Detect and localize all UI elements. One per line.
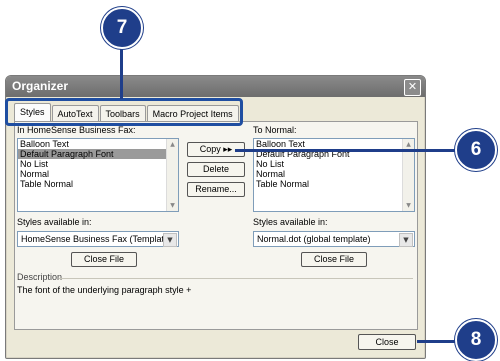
window-close-icon[interactable]: ✕ [404, 79, 421, 96]
delete-button[interactable]: Delete [187, 162, 245, 177]
left-available-label: Styles available in: [17, 217, 92, 227]
callout-line-tabs [120, 45, 123, 99]
callout-line-copy [235, 149, 462, 152]
left-style-list[interactable]: Balloon Text Default Paragraph Font No L… [17, 138, 179, 212]
chevron-down-icon[interactable]: ▼ [163, 233, 177, 247]
callout-badge-copy: 6 [455, 129, 497, 171]
right-list-heading: To Normal: [253, 125, 297, 135]
close-button[interactable]: Close [358, 334, 416, 350]
chevron-down-icon[interactable]: ▼ [399, 233, 413, 247]
right-available-select[interactable]: Normal.dot (global template) ▼ [253, 231, 415, 247]
left-close-file-button[interactable]: Close File [71, 252, 137, 267]
right-close-file-button[interactable]: Close File [301, 252, 367, 267]
left-available-select[interactable]: HomeSense Business Fax (Template) ▼ [17, 231, 179, 247]
left-available-value: HomeSense Business Fax (Template) [21, 234, 173, 244]
list-item[interactable]: Normal [18, 169, 178, 179]
list-item[interactable]: No List [18, 159, 178, 169]
tabs-highlight [5, 98, 243, 126]
scroll-down-icon[interactable]: ▼ [403, 200, 414, 211]
list-item[interactable]: Balloon Text [254, 139, 414, 149]
left-list-heading: In HomeSense Business Fax: [17, 125, 136, 135]
rename-button[interactable]: Rename... [187, 182, 245, 197]
list-item[interactable]: No List [254, 159, 414, 169]
scroll-up-icon[interactable]: ▲ [167, 139, 178, 150]
list-item-selected[interactable]: Default Paragraph Font [18, 149, 178, 159]
scroll-down-icon[interactable]: ▼ [167, 200, 178, 211]
right-available-value: Normal.dot (global template) [257, 234, 371, 244]
list-item[interactable]: Table Normal [18, 179, 178, 189]
right-available-label: Styles available in: [253, 217, 328, 227]
title-bar[interactable]: Organizer ✕ [6, 76, 425, 97]
list-item[interactable]: Normal [254, 169, 414, 179]
callout-badge-close: 8 [455, 319, 497, 361]
styles-panel: In HomeSense Business Fax: Balloon Text … [14, 121, 418, 330]
list-item[interactable]: Balloon Text [18, 139, 178, 149]
list-item[interactable]: Table Normal [254, 179, 414, 189]
left-list-scrollbar[interactable]: ▲ ▼ [166, 139, 178, 211]
description-divider [59, 278, 413, 279]
description-text: The font of the underlying paragraph sty… [17, 285, 192, 295]
callout-badge-tabs: 7 [101, 7, 143, 49]
window-title: Organizer [12, 79, 69, 93]
description-label: Description [17, 272, 63, 282]
